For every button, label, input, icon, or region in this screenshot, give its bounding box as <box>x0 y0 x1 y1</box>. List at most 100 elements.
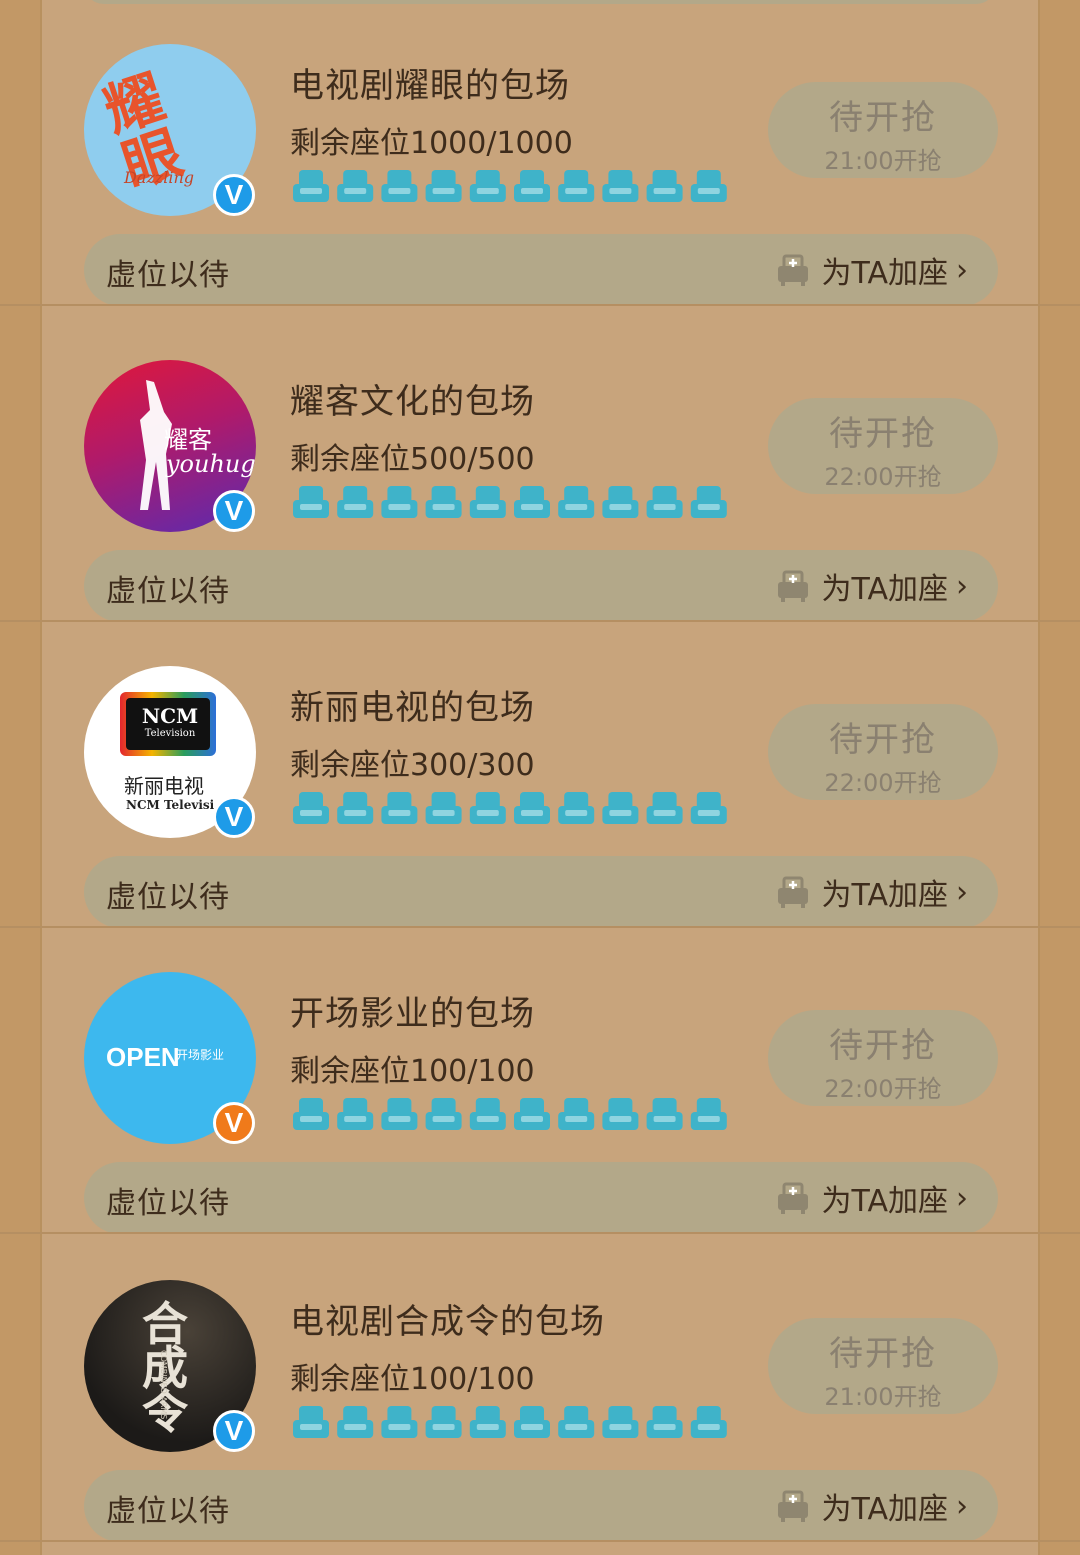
avatar-logo-subtext: youhug <box>166 450 256 478</box>
seat-row <box>293 1406 727 1438</box>
seat-row <box>293 792 727 824</box>
add-seat-button[interactable]: 为TA加座 › <box>775 248 968 292</box>
verified-badge-icon: V <box>213 796 255 838</box>
wait-to-grab-button[interactable]: 待开抢 21:00开抢 <box>768 1318 998 1414</box>
wait-button-label: 待开抢 <box>829 1334 937 1374</box>
avatar-en-name: NCM Televisi <box>126 798 215 812</box>
add-seat-icon <box>778 1182 809 1214</box>
seat-waiting-bar: 虚位以待 为TA加座 › <box>84 856 998 928</box>
avatar-logo-subtext: Television <box>144 728 196 739</box>
seat-icon <box>469 1098 506 1130</box>
add-seat-button[interactable]: 为TA加座 › <box>775 870 968 914</box>
seat-icon <box>646 792 683 824</box>
seat-icon <box>646 1098 683 1130</box>
remaining-seats-text: 剩余座位100/100 <box>290 1362 535 1397</box>
verified-badge-icon: V <box>213 174 255 216</box>
wait-to-grab-button[interactable]: 待开抢 22:00开抢 <box>768 704 998 800</box>
add-seat-button[interactable]: 为TA加座 › <box>775 1484 968 1528</box>
card-divider <box>0 1540 1080 1542</box>
seat-icon <box>381 1406 418 1438</box>
wait-button-label: 待开抢 <box>829 1026 937 1066</box>
seat-icon <box>293 486 329 518</box>
seat-icon <box>558 486 595 518</box>
chevron-right-icon: › <box>956 252 968 288</box>
seat-icon <box>646 1406 683 1438</box>
seat-icon <box>425 1098 462 1130</box>
seat-icon <box>469 792 506 824</box>
seat-icon <box>514 170 550 202</box>
seat-icon <box>337 1098 374 1130</box>
seat-icon <box>558 1098 595 1130</box>
chevron-right-icon: › <box>956 568 968 604</box>
wait-to-grab-button[interactable]: 待开抢 21:00开抢 <box>768 82 998 178</box>
avatar-cn-name: 新丽电视 <box>124 774 204 798</box>
seat-icon <box>602 1406 639 1438</box>
add-seat-label: 为TA加座 <box>821 878 948 913</box>
seat-icon <box>337 170 374 202</box>
wait-to-grab-button[interactable]: 待开抢 22:00开抢 <box>768 398 998 494</box>
avatar-logo-text: 合成令 <box>142 1297 188 1439</box>
grab-time-label: 21:00开抢 <box>824 1383 942 1411</box>
seat-icon <box>690 1098 727 1130</box>
waiting-text: 虚位以待 <box>106 880 230 915</box>
grab-time-label: 22:00开抢 <box>824 769 942 797</box>
seat-icon <box>558 792 595 824</box>
remaining-seats-text: 剩余座位1000/1000 <box>290 126 573 161</box>
remaining-seats-text: 剩余座位300/300 <box>290 748 535 783</box>
verified-badge-icon: V <box>213 1410 255 1452</box>
waiting-text: 虚位以待 <box>106 1186 230 1221</box>
wait-button-label: 待开抢 <box>829 414 937 454</box>
chevron-right-icon: › <box>956 1180 968 1216</box>
add-seat-icon <box>778 254 809 286</box>
seat-icon <box>690 1406 727 1438</box>
add-seat-icon <box>778 876 809 908</box>
screening-title: 新丽电视的包场 <box>290 688 535 728</box>
add-seat-icon <box>778 1490 809 1522</box>
seat-icon <box>381 486 418 518</box>
add-seat-button[interactable]: 为TA加座 › <box>775 1176 968 1220</box>
card-divider <box>0 1232 1080 1234</box>
screening-card: NCM Television 新丽电视 NCM Televisi V 新丽电视的包场 … <box>0 622 1080 928</box>
screening-card: 耀客 youhug V 耀客文化的包场 剩余座位500/500 待开抢 22:00… <box>0 316 1080 622</box>
seat-row <box>293 486 727 518</box>
card-divider <box>0 304 1080 306</box>
chevron-right-icon: › <box>956 874 968 910</box>
remaining-seats-text: 剩余座位100/100 <box>290 1054 535 1089</box>
seat-icon <box>337 486 374 518</box>
seat-icon <box>514 486 550 518</box>
waiting-text: 虚位以待 <box>106 574 230 609</box>
grab-time-label: 22:00开抢 <box>824 463 942 491</box>
seat-icon <box>293 792 329 824</box>
seat-icon <box>469 170 506 202</box>
wait-button-label: 待开抢 <box>829 720 937 760</box>
seat-icon <box>602 486 639 518</box>
seat-icon <box>293 1098 329 1130</box>
avatar-logo-subtext: 开场影业 <box>176 1048 225 1062</box>
avatar-logo-subtext: Dazzling <box>124 168 195 187</box>
add-seat-button[interactable]: 为TA加座 › <box>775 564 968 608</box>
seat-icon <box>469 486 506 518</box>
seat-icon <box>293 1406 329 1438</box>
waiting-text: 虚位以待 <box>106 1494 230 1529</box>
seat-icon <box>602 792 639 824</box>
screening-card: OPEN 开场影业 V 开场影业的包场 剩余座位100/100 待开抢 22:00… <box>0 928 1080 1234</box>
seat-icon <box>646 486 683 518</box>
verified-badge-icon: V <box>213 490 255 532</box>
avatar-logo-subtext: COMBINED ARMS <box>159 1350 168 1420</box>
wait-button-label: 待开抢 <box>829 98 937 138</box>
wait-to-grab-button[interactable]: 待开抢 22:00开抢 <box>768 1010 998 1106</box>
seat-icon <box>558 1406 595 1438</box>
seat-icon <box>293 170 329 202</box>
seat-icon <box>690 170 727 202</box>
seat-icon <box>381 1098 418 1130</box>
seat-row <box>293 1098 727 1130</box>
chevron-right-icon: › <box>956 1488 968 1524</box>
seat-icon <box>514 1098 550 1130</box>
add-seat-label: 为TA加座 <box>821 256 948 291</box>
seat-icon <box>602 1098 639 1130</box>
seat-icon <box>381 170 418 202</box>
avatar-logo-text: OPEN <box>106 1042 180 1072</box>
avatar-logo-text: NCM <box>141 704 199 728</box>
verified-badge-icon: V <box>213 1102 255 1144</box>
seat-icon <box>690 486 727 518</box>
